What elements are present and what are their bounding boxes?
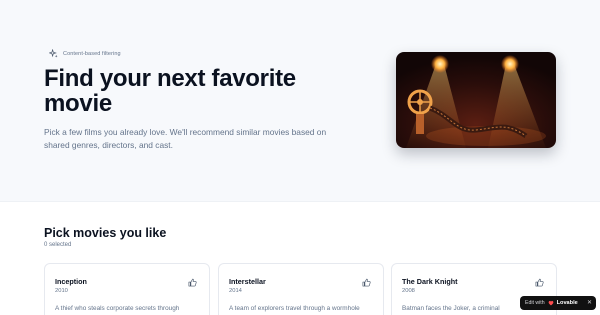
badge-brand: Lovable [556,300,578,306]
movie-year: 2008 [402,288,415,294]
movie-card[interactable]: Inception 2010 A thief who steals corpor… [44,263,210,315]
movie-year: 2010 [55,288,68,294]
page-title: Find your next favorite movie [44,65,296,117]
movie-title: Inception [55,277,87,286]
thumbs-up-icon[interactable] [535,278,544,287]
badge-edit-label: Edit with [525,300,545,306]
movie-card[interactable]: Interstellar 2014 A team of explorers tr… [218,263,384,315]
thumbs-up-icon[interactable] [188,278,197,287]
hero-section: Content-based filtering Find your next f… [0,0,600,202]
close-icon[interactable]: ✕ [587,299,592,307]
movie-description: A team of explorers travel through a wor… [229,305,360,312]
thumbs-up-icon[interactable] [362,278,371,287]
tagline: Content-based filtering [49,49,121,58]
tagline-text: Content-based filtering [63,50,121,57]
movie-title: The Dark Knight [402,277,458,286]
film-projector-spotlight-image [396,52,556,148]
movie-year: 2014 [229,288,242,294]
edit-with-lovable-badge[interactable]: Edit with Lovable ✕ [520,296,596,310]
page-subtitle: Pick a few films you already love. We'll… [44,127,327,150]
movie-title: Interstellar [229,277,266,286]
selected-count: 0 selected [44,242,72,248]
heart-icon [548,300,553,306]
movie-description: Batman faces the Joker, a criminal [402,305,500,312]
section-title: Pick movies you like [44,226,167,240]
movie-description: A thief who steals corporate secrets thr… [55,305,180,312]
sparkles-icon [49,49,58,58]
